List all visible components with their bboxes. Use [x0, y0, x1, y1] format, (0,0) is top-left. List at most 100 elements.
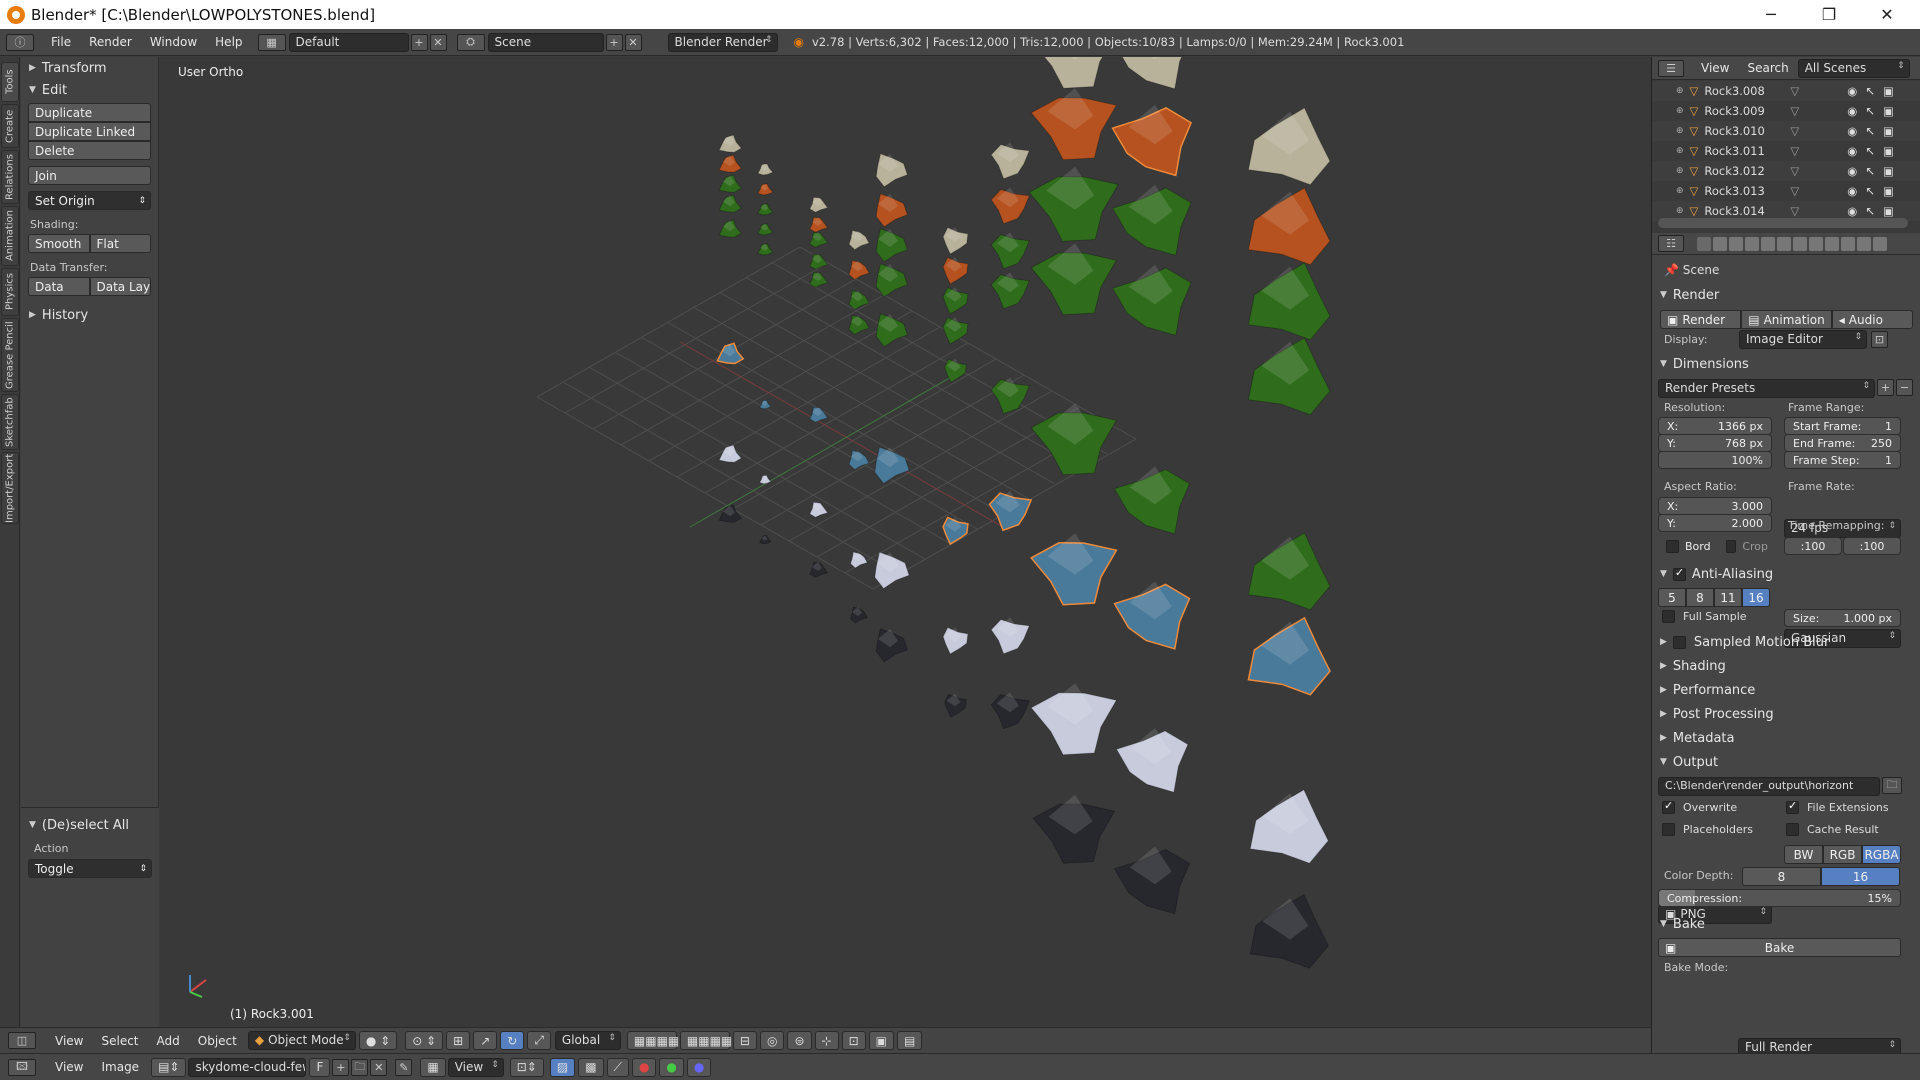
tab-import-export[interactable]: Import/Export	[1, 452, 19, 524]
layers-group-2-icon[interactable]: ▦▦▦▦	[679, 1031, 732, 1050]
color-depth-8-button[interactable]: 8	[1742, 867, 1821, 886]
color-depth-16-button[interactable]: 16	[1821, 867, 1900, 886]
outliner-view-menu[interactable]: View	[1692, 61, 1738, 75]
material-tab-icon[interactable]	[1825, 236, 1839, 251]
animation-button[interactable]: ▤ Animation	[1741, 310, 1832, 329]
visibility-eye-icon[interactable]: ◉	[1847, 144, 1857, 158]
cache-result-checkbox[interactable]	[1786, 823, 1799, 836]
scale-manipulator-icon[interactable]: ⤢	[527, 1031, 551, 1050]
close-button[interactable]: ✕	[1858, 0, 1916, 29]
audio-button[interactable]: ◂ Audio	[1831, 310, 1913, 329]
3d-object-menu[interactable]: Object	[189, 1034, 246, 1048]
snap-icon[interactable]: ⊜	[787, 1031, 812, 1050]
lock-camera-icon[interactable]: ⊟	[732, 1031, 757, 1050]
set-origin-dropdown[interactable]: Set Origin ⇕	[28, 191, 151, 210]
color-bw-button[interactable]: BW	[1784, 845, 1823, 864]
expand-icon[interactable]: ⊕	[1676, 106, 1684, 116]
rock-object[interactable]	[1115, 57, 1190, 90]
visibility-eye-icon[interactable]: ◉	[1847, 104, 1857, 118]
transform-orientation-dropdown[interactable]: Global ⇕	[554, 1031, 621, 1050]
edit-panel-header[interactable]: ▼ Edit	[21, 79, 158, 101]
selectable-cursor-icon[interactable]: ↖	[1865, 124, 1875, 138]
shading-panel-header[interactable]: ▶ Shading	[1652, 655, 1920, 677]
tab-sketchfab[interactable]: Sketchfab	[1, 394, 19, 450]
render-tab-icon[interactable]	[1697, 236, 1711, 251]
cache-result-toggle[interactable]: Cache Result	[1786, 823, 1879, 836]
render-preview-icon[interactable]: ⊡	[841, 1031, 866, 1050]
color-rgb-button[interactable]: RGB	[1823, 845, 1862, 864]
menu-file[interactable]: File	[42, 35, 80, 49]
image-editor-type-icon[interactable]: 🖾	[8, 1058, 36, 1076]
motion-blur-panel-header[interactable]: ▶ Sampled Motion Blur	[1652, 631, 1920, 653]
fake-user-button[interactable]: F	[309, 1057, 331, 1077]
pivot-image-icon[interactable]: ⊡⇕	[509, 1057, 544, 1077]
expand-icon[interactable]: ⊕	[1676, 146, 1684, 156]
physics-tab-icon[interactable]	[1873, 236, 1887, 251]
filter-size-field[interactable]: Size: 1.000 px	[1784, 609, 1901, 627]
tab-animation[interactable]: Animation	[1, 206, 19, 266]
unlink-image-icon[interactable]: ✕	[370, 1058, 388, 1076]
outliner-item[interactable]: ⊕ ▽ Rock3.011 ▽ ◉ ↖ ▣	[1652, 141, 1920, 161]
visibility-eye-icon[interactable]: ◉	[1847, 84, 1857, 98]
remove-preset-icon[interactable]: −	[1896, 379, 1913, 396]
join-button[interactable]: Join	[28, 166, 151, 185]
duplicate-button[interactable]: Duplicate	[28, 103, 151, 122]
renderable-camera-icon[interactable]: ▣	[1883, 184, 1894, 198]
image-view-dropdown[interactable]: View ⇕	[447, 1057, 504, 1077]
data-button[interactable]: Data	[28, 277, 90, 296]
expand-icon[interactable]: ⊕	[1676, 166, 1684, 176]
screen-layout-field[interactable]: Default	[288, 32, 409, 52]
editor-type-info-icon[interactable]: ⓘ	[6, 33, 34, 51]
rock-object[interactable]	[1033, 57, 1115, 89]
texture-tab-icon[interactable]	[1841, 236, 1855, 251]
menu-help[interactable]: Help	[206, 35, 251, 49]
border-toggle[interactable]: Bord	[1658, 537, 1720, 555]
resolution-x-field[interactable]: X: 1366 px	[1658, 417, 1772, 435]
image-view-menu[interactable]: View	[46, 1060, 92, 1074]
duplicate-linked-button[interactable]: Duplicate Linked	[28, 122, 151, 141]
aa-samples-5[interactable]: 5	[1658, 588, 1686, 607]
minimize-button[interactable]: ─	[1742, 0, 1800, 29]
remove-layout-icon[interactable]: ✕	[429, 33, 447, 51]
selectable-cursor-icon[interactable]: ↖	[1865, 184, 1875, 198]
scene-icon[interactable]: ⛭	[456, 33, 485, 51]
3d-editor-type-icon[interactable]: ◫	[8, 1032, 36, 1049]
transform-panel-header[interactable]: ▶ Transform	[21, 57, 158, 79]
tab-relations[interactable]: Relations	[1, 150, 19, 204]
outliner-item[interactable]: ⊕ ▽ Rock3.010 ▽ ◉ ↖ ▣	[1652, 121, 1920, 141]
expand-icon[interactable]: ⊕	[1676, 186, 1684, 196]
placeholders-toggle[interactable]: Placeholders	[1662, 823, 1753, 836]
placeholders-checkbox[interactable]	[1662, 823, 1675, 836]
red-channel-icon[interactable]: ●	[631, 1057, 657, 1077]
image-mode-icon[interactable]: ▦	[420, 1057, 446, 1077]
performance-panel-header[interactable]: ▶ Performance	[1652, 679, 1920, 701]
end-frame-field[interactable]: End Frame: 250	[1784, 434, 1901, 452]
lock-interface-icon[interactable]: ⊡	[1871, 331, 1888, 348]
visibility-eye-icon[interactable]: ◉	[1847, 204, 1857, 218]
bake-panel-header[interactable]: ▼ Bake	[1652, 913, 1920, 935]
selectable-cursor-icon[interactable]: ↖	[1865, 84, 1875, 98]
selectable-cursor-icon[interactable]: ↖	[1865, 164, 1875, 178]
screen-layout-icon[interactable]: ▦	[257, 33, 286, 51]
renderable-camera-icon[interactable]: ▣	[1883, 164, 1894, 178]
dimensions-panel-header[interactable]: ▼ Dimensions	[1652, 353, 1920, 375]
aa-samples-11[interactable]: 11	[1714, 588, 1742, 607]
history-panel-header[interactable]: ▶ History	[21, 304, 158, 326]
anti-aliasing-checkbox[interactable]	[1672, 566, 1686, 581]
opengl-anim-icon[interactable]: ▤	[897, 1031, 923, 1050]
green-channel-icon[interactable]: ●	[659, 1057, 684, 1077]
visibility-eye-icon[interactable]: ◉	[1847, 184, 1857, 198]
smooth-button[interactable]: Smooth	[28, 234, 90, 253]
post-processing-panel-header[interactable]: ▶ Post Processing	[1652, 703, 1920, 725]
aa-samples-16[interactable]: 16	[1742, 588, 1770, 607]
object-mode-dropdown[interactable]: ◆ Object Mode ⇕	[247, 1031, 356, 1050]
aspect-x-field[interactable]: X: 3.000	[1658, 497, 1772, 515]
tab-tools[interactable]: Tools	[1, 62, 19, 102]
aa-samples-8[interactable]: 8	[1686, 588, 1714, 607]
tab-create[interactable]: Create	[1, 104, 19, 148]
outliner-item[interactable]: ⊕ ▽ Rock3.008 ▽ ◉ ↖ ▣	[1652, 81, 1920, 101]
renderable-camera-icon[interactable]: ▣	[1883, 144, 1894, 158]
selectable-cursor-icon[interactable]: ↖	[1865, 204, 1875, 218]
image-display-rgb-icon[interactable]: ▨	[549, 1057, 576, 1077]
selectable-cursor-icon[interactable]: ↖	[1865, 144, 1875, 158]
